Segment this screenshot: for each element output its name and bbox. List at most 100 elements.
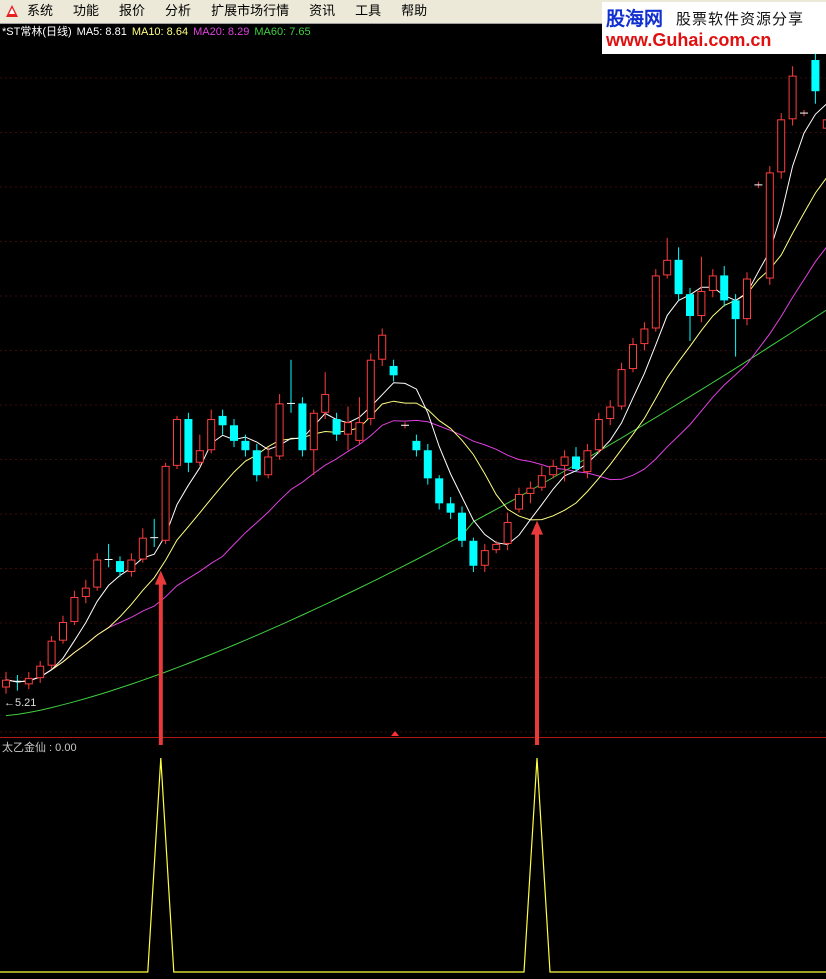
candle [743,272,751,326]
candle [332,412,341,441]
candle [378,328,387,366]
ma20-value: MA20: 8.29 [193,26,250,38]
candle-body-down [811,60,820,92]
candle [458,506,466,548]
candle-body-up [207,419,216,451]
brand-name: 股海网 [606,8,664,30]
candle-body-up [309,412,318,451]
candle [480,543,489,572]
candle [252,444,261,482]
candle-body-down [423,450,432,479]
candle-body-down [469,540,478,566]
candle [469,537,478,572]
candle [674,247,683,301]
stock-title: *ST常林(日线) [2,26,72,38]
menu-help[interactable]: 帮助 [401,0,435,24]
indicator-signal-line [0,757,826,973]
candle-body-up [560,456,569,466]
candle [161,462,170,544]
candle-body-up [321,394,330,413]
menu-extended-market[interactable]: 扩展市场行情 [211,0,297,24]
candle-body-up [765,172,774,279]
candle-body-down [458,512,466,541]
candle-body-up [594,419,603,451]
candle-body-up [549,465,558,476]
candle-body-up [515,493,523,510]
candle [446,497,455,519]
candle [515,487,523,513]
menu-system[interactable]: 系统 [27,0,61,24]
candle [594,412,603,454]
candle-body-down [686,294,694,316]
ma5-value: MA5: 8.81 [76,26,127,38]
candle [344,406,352,451]
app-logo-icon[interactable] [4,3,20,19]
ma10-line [5,177,826,683]
candle-body-up [138,537,147,560]
candle [731,294,740,357]
candle-body-up [617,369,626,407]
candle-body-up [526,487,535,494]
ma60-value: MA60: 7.65 [254,26,311,38]
candle-body-up [264,456,273,476]
candle [537,465,546,491]
candle [765,166,774,285]
candle-body-up [606,406,615,420]
candle [59,615,67,644]
candle-body-up [93,559,102,588]
indicator-line [0,757,826,973]
ma-lines [5,103,826,717]
candle-body-down [412,440,421,451]
candle-body-up [366,359,375,420]
candle [24,671,33,690]
candle-body-up [629,344,637,370]
candle [720,266,729,307]
candle-body-up [24,678,33,685]
menu-function[interactable]: 功能 [73,0,107,24]
candle-body-down [230,425,238,441]
candle-body-up [2,679,10,688]
candle-body-up [640,328,649,345]
candle-body-up [161,465,170,541]
candle [686,287,694,341]
candle-body-up [651,275,660,329]
candle-body-down [252,450,261,476]
candle [412,434,421,457]
price-grid [0,77,826,733]
menu-tools[interactable]: 工具 [355,0,389,24]
candle-body-up [59,621,67,641]
candle-body-down [241,440,250,451]
menu-quote[interactable]: 报价 [119,0,153,24]
candle [218,409,227,435]
candle [640,322,649,351]
menu-news[interactable]: 资讯 [309,0,343,24]
candle [36,660,45,683]
candle [127,553,136,577]
candle-body-down [184,419,193,463]
candle-body-down [389,365,398,376]
brand-tagline: 股票软件资源分享 [676,10,805,28]
candles [2,53,826,694]
candle [651,269,660,332]
candle-body-up [36,665,45,679]
buy-arrow-icon [531,520,543,745]
kline-chart[interactable] [0,40,826,979]
candle-body-up [743,278,751,320]
indicator-label: 太乙金仙 : 0.00 [2,742,77,754]
candle [47,636,56,669]
candle [401,422,409,429]
candle [572,447,580,473]
candle-body-up [195,450,204,463]
candle-body-down [731,300,740,320]
candle [70,590,79,626]
candle [264,447,273,479]
candle [207,409,216,454]
candle-body-down [332,419,341,435]
candle-body-up [378,334,387,360]
candle-body-up [81,587,90,597]
candle [435,475,444,510]
menu-analysis[interactable]: 分析 [165,0,199,24]
candle [150,518,159,548]
candle [298,397,307,457]
candle-body-up [275,403,284,457]
